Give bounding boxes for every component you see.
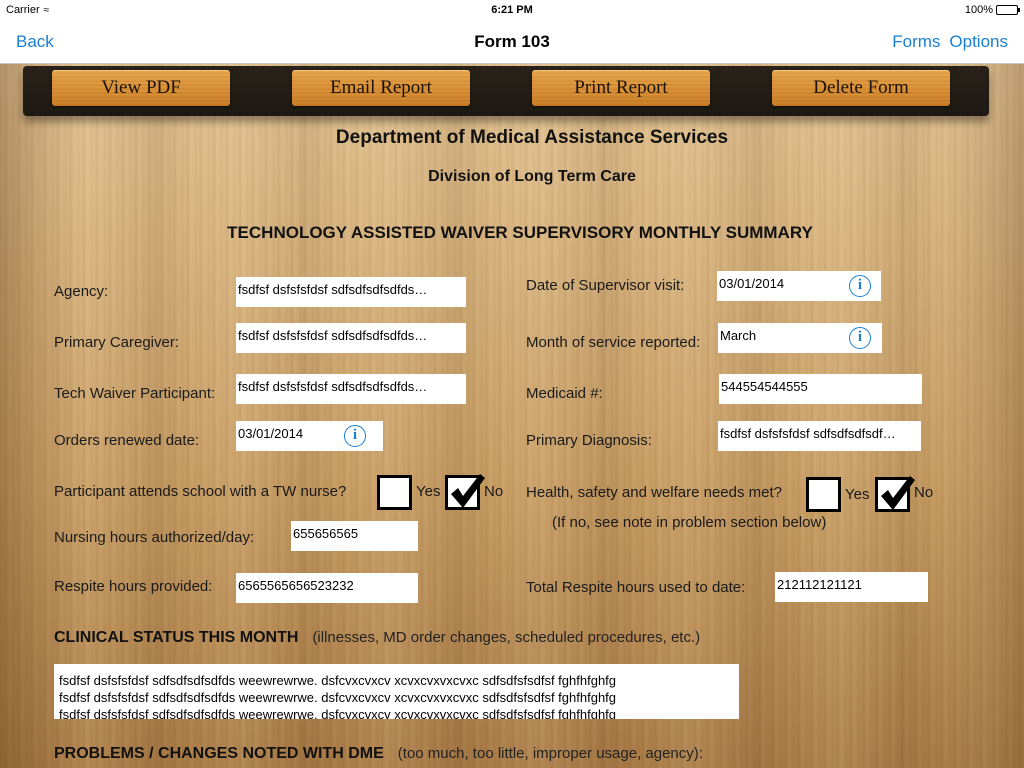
clinical-status-subtitle: (illnesses, MD order changes, scheduled … <box>312 629 701 646</box>
delete-form-button[interactable]: Delete Form <box>772 70 950 106</box>
health-safety-no-label: No <box>914 484 934 501</box>
nursing-hours-field[interactable]: 655656565 <box>291 521 418 551</box>
month-of-service-value: March <box>720 328 757 343</box>
school-nurse-question: Participant attends school with a TW nur… <box>54 483 347 500</box>
dme-problems-title: PROBLEMS / CHANGES NOTED WITH DME <box>54 745 384 762</box>
back-button[interactable]: Back <box>16 32 54 52</box>
medicaid-field[interactable]: 544554544555 <box>719 374 922 404</box>
supervisor-visit-label: Date of Supervisor visit: <box>526 277 685 294</box>
health-safety-yes-checkbox[interactable] <box>806 477 841 512</box>
battery-percent: 100% <box>964 4 993 16</box>
health-safety-yes-label: Yes <box>845 486 870 503</box>
clock: 6:21 PM <box>491 4 533 16</box>
division-heading: Division of Long Term Care <box>428 168 636 185</box>
checkmark-icon <box>881 476 915 510</box>
clinical-status-heading: CLINICAL STATUS THIS MONTH (illnesses, MD… <box>54 629 700 647</box>
nursing-hours-label: Nursing hours authorized/day: <box>54 529 255 546</box>
month-of-service-label: Month of service reported: <box>526 334 701 351</box>
total-respite-field[interactable]: 212112121121 <box>775 572 928 602</box>
view-pdf-button[interactable]: View PDF <box>52 70 230 106</box>
respite-hours-field[interactable]: 6565565656523232 <box>236 573 418 603</box>
primary-caregiver-field[interactable]: fsdfsf dsfsfsfdsf sdfsdfsdfsdfds… <box>236 323 466 353</box>
tech-waiver-participant-field[interactable]: fsdfsf dsfsfsfdsf sdfsdfsdfsdfds… <box>236 374 466 404</box>
battery-status: 100% <box>964 4 1020 16</box>
navigation-bar: Back Form 103 Forms Options <box>0 20 1024 64</box>
forms-button[interactable]: Forms <box>892 32 940 52</box>
total-respite-label: Total Respite hours used to date: <box>526 579 746 596</box>
agency-label: Agency: <box>54 283 109 300</box>
dme-problems-heading: PROBLEMS / CHANGES NOTED WITH DME (too mu… <box>54 745 703 763</box>
action-toolbar: View PDF Email Report Print Report Delet… <box>23 66 989 116</box>
health-safety-no-checkbox[interactable] <box>875 476 915 512</box>
clinical-status-line: fsdfsf dsfsfsfdsf sdfsdfsdfsdfds weewrew… <box>59 673 617 688</box>
page-title: Form 103 <box>474 32 550 51</box>
info-icon[interactable]: i <box>344 425 366 447</box>
supervisor-visit-value: 03/01/2014 <box>719 276 785 291</box>
orders-renewed-date-value: 03/01/2014 <box>238 426 304 441</box>
orders-renewed-date-label: Orders renewed date: <box>54 432 200 449</box>
options-button[interactable]: Options <box>949 32 1008 52</box>
medicaid-label: Medicaid #: <box>526 385 603 402</box>
email-report-button[interactable]: Email Report <box>292 70 470 106</box>
info-icon[interactable]: i <box>849 327 871 349</box>
form-title-heading: TECHNOLOGY ASSISTED WAIVER SUPERVISORY M… <box>227 223 813 242</box>
form-content[interactable]: View PDF Email Report Print Report Delet… <box>0 64 1024 768</box>
department-heading: Department of Medical Assistance Service… <box>335 127 729 148</box>
agency-field[interactable]: fsdfsf dsfsfsfdsf sdfsdfsdfsdfds… <box>236 277 466 307</box>
health-safety-note: (If no, see note in problem section belo… <box>552 514 827 531</box>
tech-waiver-participant-label: Tech Waiver Participant: <box>54 385 216 402</box>
primary-caregiver-label: Primary Caregiver: <box>54 334 180 351</box>
dme-problems-subtitle: (too much, too little, improper usage, a… <box>397 745 703 762</box>
school-nurse-yes-checkbox[interactable] <box>377 475 412 510</box>
clinical-status-title: CLINICAL STATUS THIS MONTH <box>54 629 299 646</box>
primary-diagnosis-field[interactable]: fsdfsf dsfsfsfdsf sdfsdfsdfsdf… <box>718 421 921 451</box>
school-nurse-no-checkbox[interactable] <box>445 474 485 510</box>
print-report-button[interactable]: Print Report <box>532 70 710 106</box>
school-nurse-no-label: No <box>484 483 504 500</box>
primary-diagnosis-label: Primary Diagnosis: <box>526 432 652 449</box>
clinical-status-line: fsdfsf dsfsfsfdsf sdfsdfsdfsdfds weewrew… <box>59 707 617 719</box>
nav-right-buttons: Forms Options <box>892 32 1008 52</box>
checkmark-icon <box>451 474 485 508</box>
school-nurse-yes-label: Yes <box>416 483 441 500</box>
clinical-status-textarea[interactable]: fsdfsf dsfsfsfdsf sdfsdfsdfsdfds weewrew… <box>54 664 739 719</box>
info-icon[interactable]: i <box>849 275 871 297</box>
battery-icon <box>996 5 1020 15</box>
status-bar: Carrier ≈ 6:21 PM 100% <box>0 0 1024 20</box>
respite-hours-label: Respite hours provided: <box>54 578 213 595</box>
health-safety-question: Health, safety and welfare needs met? <box>526 484 782 501</box>
clinical-status-line: fsdfsf dsfsfsfdsf sdfsdfsdfsdfds weewrew… <box>59 690 617 705</box>
